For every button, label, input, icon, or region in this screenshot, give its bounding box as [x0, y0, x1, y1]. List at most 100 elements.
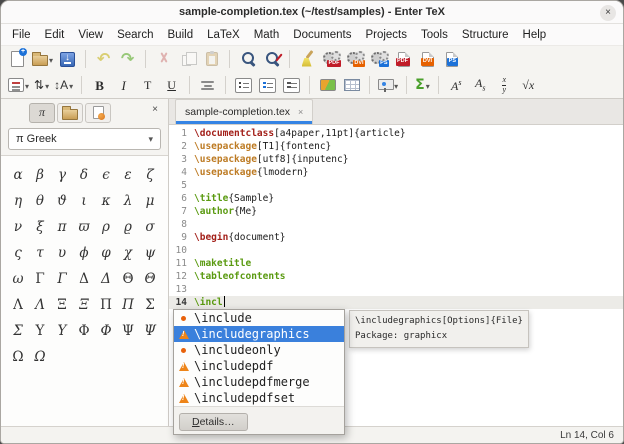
- symbol-cell[interactable]: Υ: [51, 318, 73, 344]
- symbol-cell[interactable]: ρ: [95, 214, 117, 240]
- symbol-cell[interactable]: Π: [95, 292, 117, 318]
- symbol-cell[interactable]: β: [29, 162, 51, 188]
- find-replace-button[interactable]: [260, 48, 283, 70]
- symbol-cell[interactable]: ω: [7, 266, 29, 292]
- symbol-cell[interactable]: Π: [117, 292, 139, 318]
- symbol-cell[interactable]: ϑ: [51, 188, 73, 214]
- symbol-cell[interactable]: ε: [117, 162, 139, 188]
- completion-item[interactable]: \includegraphics: [174, 326, 344, 342]
- font-size-button[interactable]: ↕A: [52, 74, 75, 96]
- editor-tab-sample-completion[interactable]: sample-completion.tex ×: [175, 99, 313, 124]
- itemize-list-button[interactable]: [232, 74, 255, 96]
- symbol-cell[interactable]: χ: [117, 240, 139, 266]
- view-pdf-button[interactable]: PDF: [392, 48, 415, 70]
- symbol-cell[interactable]: Θ: [117, 266, 139, 292]
- underline-button[interactable]: U: [160, 74, 183, 96]
- build-and-view-button[interactable]: [296, 48, 319, 70]
- paragraph-style-button[interactable]: [6, 74, 31, 96]
- menu-item-projects[interactable]: Projects: [358, 26, 414, 44]
- symbol-cell[interactable]: Φ: [95, 318, 117, 344]
- symbol-cell[interactable]: μ: [139, 188, 161, 214]
- symbol-cell[interactable]: γ: [51, 162, 73, 188]
- symbol-cell[interactable]: υ: [51, 240, 73, 266]
- symbols-tab[interactable]: π: [29, 103, 55, 123]
- symbol-cell[interactable]: Ω: [29, 344, 51, 370]
- symbol-cell[interactable]: α: [7, 162, 29, 188]
- symbol-category-select[interactable]: π Greek: [8, 128, 161, 150]
- completion-item[interactable]: \includeonly: [174, 342, 344, 358]
- bold-button[interactable]: B: [88, 74, 111, 96]
- fraction-button[interactable]: xy: [493, 74, 516, 96]
- symbol-cell[interactable]: ς: [7, 240, 29, 266]
- completion-item[interactable]: \includepdfmerge: [174, 374, 344, 390]
- symbol-cell[interactable]: φ: [95, 240, 117, 266]
- compile-pdf-button[interactable]: PDF: [320, 48, 343, 70]
- symbol-cell[interactable]: τ: [29, 240, 51, 266]
- find-button[interactable]: [236, 48, 259, 70]
- view-ps-button[interactable]: PS: [440, 48, 463, 70]
- menu-item-tools[interactable]: Tools: [414, 26, 455, 44]
- center-text-button[interactable]: [196, 74, 219, 96]
- menu-item-file[interactable]: File: [5, 26, 38, 44]
- symbol-cell[interactable]: Λ: [7, 292, 29, 318]
- copy-button[interactable]: [176, 48, 199, 70]
- symbol-cell[interactable]: ϖ: [73, 214, 95, 240]
- undo-button[interactable]: ↶: [92, 48, 115, 70]
- completion-item[interactable]: \include: [174, 310, 344, 326]
- symbol-cell[interactable]: Υ: [29, 318, 51, 344]
- beamer-button[interactable]: [376, 74, 400, 96]
- symbol-cell[interactable]: Γ: [29, 266, 51, 292]
- symbol-cell[interactable]: Θ: [139, 266, 161, 292]
- symbol-cell[interactable]: Δ: [95, 266, 117, 292]
- open-button[interactable]: [30, 48, 55, 70]
- view-dvi-button[interactable]: DVI: [416, 48, 439, 70]
- structure-tab[interactable]: [57, 103, 83, 123]
- symbol-cell[interactable]: ζ: [139, 162, 161, 188]
- symbol-cell[interactable]: Ξ: [73, 292, 95, 318]
- symbol-cell[interactable]: ψ: [139, 240, 161, 266]
- editor-tab-close-icon[interactable]: ×: [298, 107, 303, 117]
- symbol-cell[interactable]: Ψ: [117, 318, 139, 344]
- compile-ps-button[interactable]: PS: [368, 48, 391, 70]
- save-button[interactable]: [56, 48, 79, 70]
- menu-item-view[interactable]: View: [71, 26, 110, 44]
- redo-button[interactable]: ↷: [116, 48, 139, 70]
- symbol-cell[interactable]: Ξ: [51, 292, 73, 318]
- favorites-tab[interactable]: [85, 103, 111, 123]
- symbol-cell[interactable]: Σ: [139, 292, 161, 318]
- completion-item[interactable]: \includepdf: [174, 358, 344, 374]
- window-close-button[interactable]: ×: [600, 5, 616, 21]
- insert-image-button[interactable]: [316, 74, 339, 96]
- line-spacing-button[interactable]: ⇅: [32, 74, 51, 96]
- compile-dvi-button[interactable]: DVI: [344, 48, 367, 70]
- symbol-cell[interactable]: σ: [139, 214, 161, 240]
- menu-item-help[interactable]: Help: [516, 26, 554, 44]
- symbol-cell[interactable]: ϵ: [95, 162, 117, 188]
- cut-button[interactable]: [152, 48, 175, 70]
- enumerate-list-button[interactable]: [256, 74, 279, 96]
- completion-item[interactable]: \includepdfset: [174, 390, 344, 406]
- symbol-cell[interactable]: ϱ: [117, 214, 139, 240]
- menu-item-math[interactable]: Math: [247, 26, 287, 44]
- new-file-button[interactable]: [6, 48, 29, 70]
- sqrt-button[interactable]: √x: [517, 74, 540, 96]
- symbol-cell[interactable]: ι: [73, 188, 95, 214]
- symbol-cell[interactable]: ϕ: [73, 240, 95, 266]
- symbol-cell[interactable]: Σ: [7, 318, 29, 344]
- menu-item-structure[interactable]: Structure: [455, 26, 516, 44]
- paste-button[interactable]: [200, 48, 223, 70]
- symbol-cell[interactable]: Λ: [29, 292, 51, 318]
- menu-item-search[interactable]: Search: [110, 26, 160, 44]
- symbol-cell[interactable]: ν: [7, 214, 29, 240]
- symbol-cell[interactable]: δ: [73, 162, 95, 188]
- symbol-cell[interactable]: π: [51, 214, 73, 240]
- menu-item-latex[interactable]: LaTeX: [200, 26, 247, 44]
- symbol-cell[interactable]: ξ: [29, 214, 51, 240]
- menu-item-edit[interactable]: Edit: [38, 26, 72, 44]
- symbol-cell[interactable]: Φ: [73, 318, 95, 344]
- symbol-cell[interactable]: Ψ: [139, 318, 161, 344]
- details-button[interactable]: Details…: [179, 413, 248, 431]
- symbol-cell[interactable]: Δ: [73, 266, 95, 292]
- subscript-button[interactable]: As: [469, 74, 492, 96]
- side-panel-close-button[interactable]: ×: [152, 105, 158, 115]
